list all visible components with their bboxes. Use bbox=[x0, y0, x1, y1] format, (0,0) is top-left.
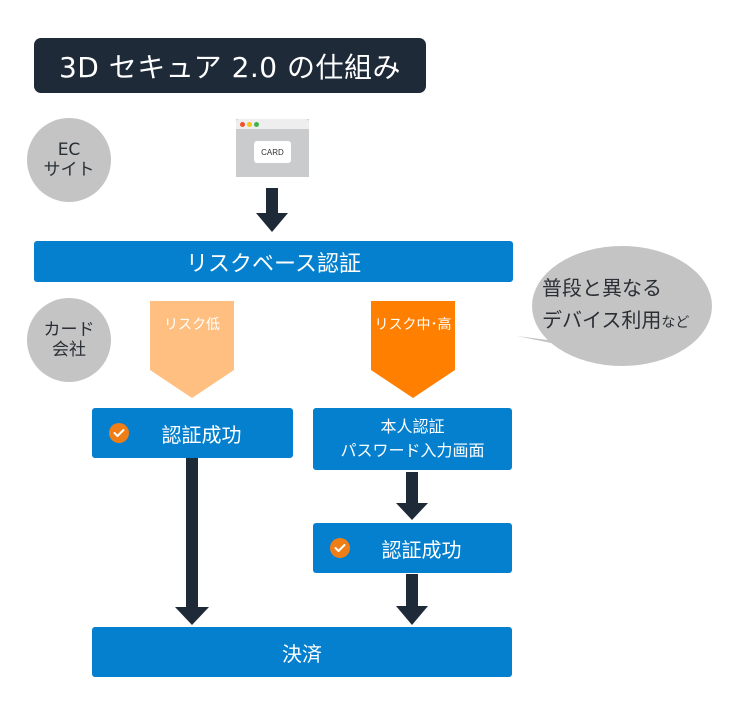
payment-box: 決済 bbox=[92, 627, 512, 677]
risk-based-auth-bar: リスクベース認証 bbox=[34, 241, 513, 282]
flow-arrows bbox=[150, 188, 712, 625]
check-icon bbox=[109, 423, 129, 443]
bubble-line2-main: デバイス利用 bbox=[542, 308, 662, 332]
bubble-line2-suffix: など bbox=[661, 315, 690, 331]
payment-label: 決済 bbox=[282, 641, 322, 666]
right-auth-success-label: 認証成功 bbox=[381, 537, 462, 562]
check-icon bbox=[330, 538, 350, 558]
arrow-browser-to-risk bbox=[256, 188, 288, 232]
card-company-actor: カード 会社 bbox=[27, 298, 111, 382]
card-company-label-line1: カード bbox=[43, 320, 95, 340]
bubble-line1: 普段と異なる bbox=[542, 276, 662, 300]
arrow-right-to-payment bbox=[396, 574, 428, 625]
speech-bubble-text: 普段と異なる デバイス利用など bbox=[542, 272, 689, 339]
identity-auth-line1: 本人認証 bbox=[380, 417, 445, 436]
identity-auth-box: 本人認証 パスワード入力画面 bbox=[313, 408, 512, 470]
risk-high-label: リスク中･高 bbox=[374, 317, 452, 333]
arrow-identity-to-success bbox=[396, 472, 428, 520]
risk-based-auth-label: リスクベース認証 bbox=[186, 251, 361, 277]
left-auth-success-label: 認証成功 bbox=[161, 422, 242, 447]
risk-low-label: リスク低 bbox=[164, 317, 220, 333]
left-auth-success-box: 認証成功 bbox=[92, 408, 293, 458]
arrow-left-to-payment bbox=[175, 458, 209, 625]
right-auth-success-box: 認証成功 bbox=[313, 523, 512, 573]
identity-auth-line2: パスワード入力画面 bbox=[340, 441, 485, 460]
card-company-label-line2: 会社 bbox=[52, 340, 86, 360]
